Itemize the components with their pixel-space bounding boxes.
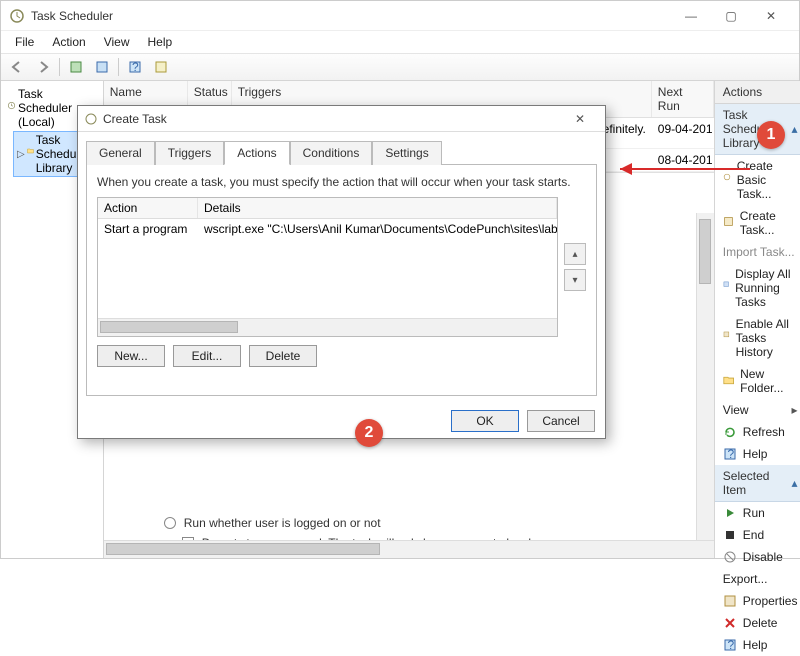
- new-button[interactable]: New...: [97, 345, 165, 367]
- action-refresh[interactable]: Refresh: [715, 421, 800, 443]
- col-details[interactable]: Details: [198, 198, 557, 218]
- action-help[interactable]: ?Help: [715, 443, 800, 465]
- actions-grid[interactable]: Action Details Start a program wscript.e…: [97, 197, 558, 337]
- grid-row-action: Start a program: [98, 219, 198, 239]
- action-display-running[interactable]: Display All Running Tasks: [715, 263, 800, 313]
- col-nextrun[interactable]: Next Run: [652, 81, 714, 117]
- expand-icon[interactable]: ▷: [17, 149, 25, 160]
- vertical-scrollbar[interactable]: [696, 213, 714, 540]
- grid-row[interactable]: Start a program wscript.exe "C:\Users\An…: [98, 219, 557, 239]
- properties-icon: [723, 594, 737, 608]
- grid-hscrollbar[interactable]: [98, 318, 557, 336]
- collapse-icon: ▴: [791, 476, 797, 490]
- radio-run-whether[interactable]: Run whether user is logged on or not: [164, 513, 694, 533]
- create-task-dialog: Create Task ✕ General Triggers Actions C…: [77, 105, 606, 439]
- toolbar: ?: [1, 53, 799, 81]
- menu-action[interactable]: Action: [44, 33, 93, 51]
- help-icon: ?: [723, 638, 737, 652]
- delete-button[interactable]: Delete: [249, 345, 317, 367]
- collapse-icon: ▴: [791, 122, 797, 136]
- chevron-right-icon: ▸: [791, 403, 797, 417]
- move-up-button[interactable]: ▴: [564, 243, 586, 265]
- clock-icon: [84, 112, 98, 126]
- folder-icon: [723, 374, 734, 388]
- action-run[interactable]: Run: [715, 502, 800, 524]
- action-buttons: New... Edit... Delete: [97, 345, 586, 367]
- svg-text:?: ?: [132, 60, 139, 74]
- folder-icon: [27, 147, 34, 161]
- action-export[interactable]: Export...: [715, 568, 800, 590]
- annotation-badge-1: 1: [757, 121, 785, 149]
- dialog-close-button[interactable]: ✕: [561, 112, 599, 126]
- forward-button[interactable]: [31, 56, 55, 78]
- clock-icon: [7, 101, 16, 115]
- radio-icon: [164, 517, 176, 529]
- action-enable-history[interactable]: Enable All Tasks History: [715, 313, 800, 363]
- section-selected-label: Selected Item: [723, 469, 792, 497]
- actions-pane: Actions Task Scheduler Library ▴ Create …: [715, 81, 800, 558]
- svg-text:?: ?: [727, 447, 734, 461]
- action-import-task[interactable]: Import Task...: [715, 241, 800, 263]
- list-icon: [723, 281, 729, 295]
- refresh-icon: [723, 425, 737, 439]
- menu-view[interactable]: View: [96, 33, 138, 51]
- tab-general[interactable]: General: [86, 141, 155, 165]
- action-end[interactable]: End: [715, 524, 800, 546]
- tab-triggers[interactable]: Triggers: [155, 141, 225, 165]
- menu-help[interactable]: Help: [140, 33, 181, 51]
- dialog-titlebar[interactable]: Create Task ✕: [78, 106, 605, 132]
- history-icon: [723, 331, 730, 345]
- toolbar-icon-1[interactable]: [64, 56, 88, 78]
- grid-header: Action Details: [98, 198, 557, 219]
- dialog-title: Create Task: [103, 112, 561, 126]
- tab-body-actions: When you create a task, you must specify…: [86, 164, 597, 396]
- disable-icon: [723, 550, 737, 564]
- label-run-whether: Run whether user is logged on or not: [184, 516, 381, 530]
- action-disable[interactable]: Disable: [715, 546, 800, 568]
- edit-button[interactable]: Edit...: [173, 345, 241, 367]
- horizontal-scrollbar[interactable]: [104, 540, 714, 558]
- toolbar-help-icon[interactable]: ?: [123, 56, 147, 78]
- delete-icon: [723, 616, 737, 630]
- ok-button[interactable]: OK: [451, 410, 519, 432]
- col-action[interactable]: Action: [98, 198, 198, 218]
- minimize-button[interactable]: —: [671, 2, 711, 30]
- row-nextrun: 09-04-201: [652, 118, 714, 148]
- grid-row-details: wscript.exe "C:\Users\Anil Kumar\Documen…: [198, 219, 557, 239]
- tab-conditions[interactable]: Conditions: [290, 141, 373, 165]
- actions-pane-title: Actions: [715, 81, 800, 104]
- toolbar-icon-2[interactable]: [90, 56, 114, 78]
- action-new-folder[interactable]: New Folder...: [715, 363, 800, 399]
- tab-settings[interactable]: Settings: [372, 141, 441, 165]
- maximize-button[interactable]: ▢: [711, 2, 751, 30]
- menu-file[interactable]: File: [7, 33, 42, 51]
- window-title: Task Scheduler: [31, 9, 671, 23]
- app-icon: [9, 8, 25, 24]
- instruction-text: When you create a task, you must specify…: [97, 175, 586, 189]
- tab-actions[interactable]: Actions: [224, 141, 289, 165]
- dialog-footer: OK Cancel: [78, 404, 605, 438]
- annotation-badge-2: 2: [355, 419, 383, 447]
- action-delete[interactable]: Delete: [715, 612, 800, 634]
- svg-text:?: ?: [727, 638, 734, 652]
- toolbar-icon-3[interactable]: [149, 56, 173, 78]
- play-icon: [723, 506, 737, 520]
- action-view[interactable]: View▸: [715, 399, 800, 421]
- help-icon: ?: [723, 447, 737, 461]
- action-create-task[interactable]: Create Task...: [715, 205, 800, 241]
- annotation-arrow: [615, 159, 755, 179]
- back-button[interactable]: [5, 56, 29, 78]
- menubar: File Action View Help: [1, 31, 799, 53]
- dialog-tabs: General Triggers Actions Conditions Sett…: [78, 132, 605, 164]
- window-titlebar: Task Scheduler — ▢ ✕: [1, 1, 799, 31]
- close-button[interactable]: ✕: [751, 2, 791, 30]
- actions-section-selected[interactable]: Selected Item ▴: [715, 465, 800, 502]
- action-properties[interactable]: Properties: [715, 590, 800, 612]
- task-icon: [723, 216, 734, 230]
- cancel-button[interactable]: Cancel: [527, 410, 595, 432]
- move-down-button[interactable]: ▾: [564, 269, 586, 291]
- action-help-2[interactable]: ?Help: [715, 634, 800, 656]
- stop-icon: [723, 528, 737, 542]
